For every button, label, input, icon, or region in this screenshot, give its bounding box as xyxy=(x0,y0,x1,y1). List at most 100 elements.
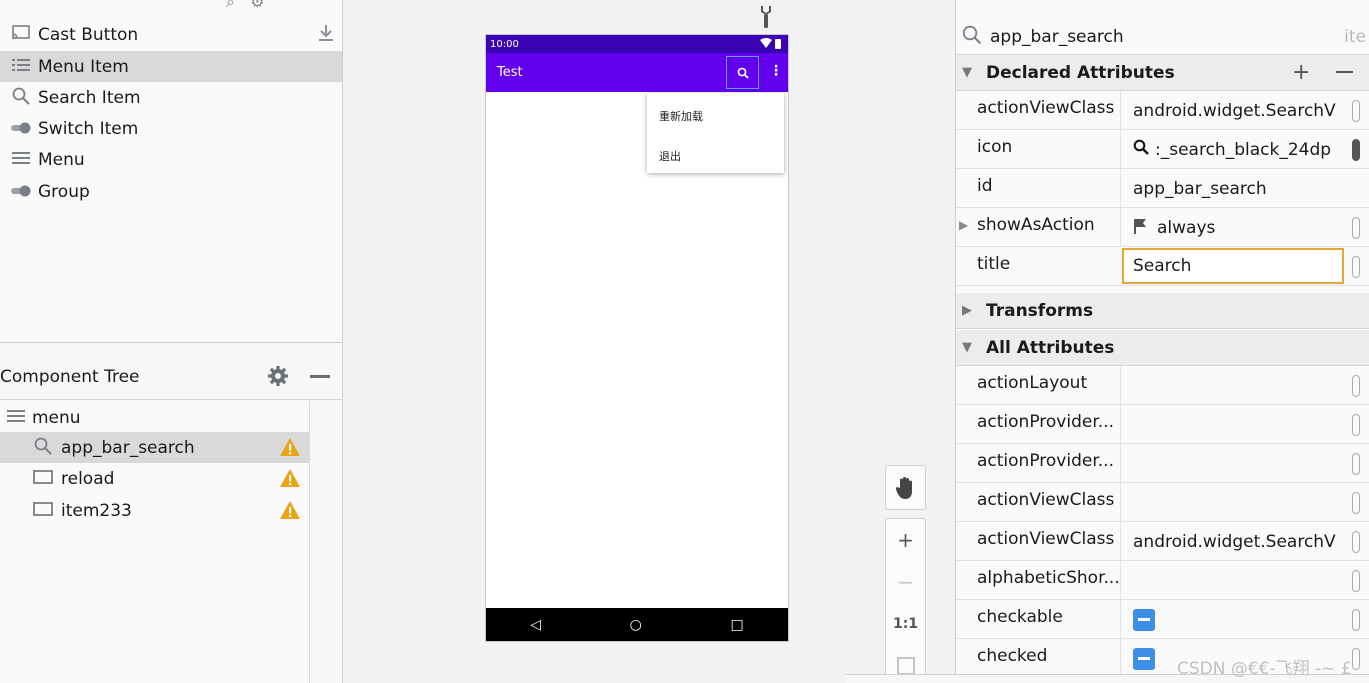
resource-picker-button[interactable] xyxy=(1352,256,1360,278)
attr-value[interactable] xyxy=(1120,366,1346,405)
palette-item-switch-item[interactable]: Switch Item xyxy=(0,113,342,144)
more-vert-icon[interactable]: ⋮ xyxy=(769,63,783,79)
component-tree-header: Component Tree xyxy=(0,354,342,400)
declared-attributes-header[interactable]: ▼ Declared Attributes + xyxy=(956,55,1369,91)
attr-row-actionprovider[interactable]: actionProvider... xyxy=(956,405,1369,444)
title-value-input[interactable]: Search xyxy=(1122,248,1344,284)
resource-picker-button[interactable] xyxy=(1352,375,1360,397)
attribute-search-field[interactable]: app_bar_search ite xyxy=(956,20,1369,55)
gear-icon[interactable] xyxy=(267,365,289,392)
resource-picker-button[interactable] xyxy=(1352,648,1360,670)
collapse-panel-button[interactable] xyxy=(310,375,330,378)
attr-value[interactable] xyxy=(1120,444,1346,483)
attr-row-showasaction[interactable]: ▶ showAsAction always xyxy=(956,208,1369,247)
palette-item-menu[interactable]: Menu xyxy=(0,144,342,175)
recents-icon[interactable]: □ xyxy=(730,617,743,633)
zoom-in-button[interactable]: + xyxy=(886,519,925,561)
app-bar: Test ⋮ xyxy=(486,53,788,92)
zoom-actual-size-button[interactable]: 1:1 xyxy=(886,603,925,645)
attr-value[interactable]: app_bar_search xyxy=(1120,169,1346,208)
palette-toolbar-icons[interactable]: ⌕ ⚙ xyxy=(226,0,265,12)
resource-picker-button[interactable] xyxy=(1352,100,1360,122)
all-attributes-header[interactable]: ▼ All Attributes xyxy=(956,330,1369,366)
tree-node-item233[interactable]: item233 xyxy=(0,495,310,526)
status-icons xyxy=(760,38,782,52)
resource-picker-button[interactable] xyxy=(1352,139,1360,161)
resource-picker-button[interactable] xyxy=(1352,414,1360,436)
cast-icon xyxy=(10,25,32,44)
attr-value-container[interactable]: always xyxy=(1120,208,1346,247)
switch-icon xyxy=(10,119,32,138)
checked-checkbox[interactable] xyxy=(1133,647,1155,670)
add-attribute-button[interactable]: + xyxy=(1292,60,1310,85)
attr-row-actionprovider[interactable]: actionProvider... xyxy=(956,444,1369,483)
wrench-icon[interactable] xyxy=(758,5,774,34)
zoom-out-button[interactable]: − xyxy=(886,561,925,603)
checkable-checkbox[interactable] xyxy=(1133,608,1155,631)
attr-name: actionViewClass xyxy=(977,98,1115,118)
search-icon[interactable] xyxy=(726,56,759,89)
popup-item-reload[interactable]: 重新加载 xyxy=(659,108,703,124)
warning-icon[interactable] xyxy=(279,500,301,520)
search-icon xyxy=(10,87,32,109)
attr-row-actionviewclass[interactable]: actionViewClass android.widget.SearchV xyxy=(956,91,1369,130)
left-panel: ⌕ ⚙ Cast Button Menu Item Search Item Sw… xyxy=(0,0,343,683)
menu-item-icon xyxy=(33,501,53,520)
attr-name: actionProvider... xyxy=(977,451,1114,471)
palette-item-search-item[interactable]: Search Item xyxy=(0,82,342,113)
download-icon[interactable] xyxy=(318,24,334,46)
palette-item-label: Menu Item xyxy=(38,56,129,77)
resource-picker-button[interactable] xyxy=(1352,492,1360,514)
zoom-controls: + − 1:1 xyxy=(885,518,926,683)
tree-node-label: app_bar_search xyxy=(61,437,195,458)
resource-picker-button[interactable] xyxy=(1352,453,1360,475)
attr-value[interactable]: android.widget.SearchV xyxy=(1120,91,1346,130)
attr-name: title xyxy=(977,254,1011,274)
attr-name: alphabeticShor... xyxy=(977,568,1120,588)
tree-node-label: menu xyxy=(32,407,81,428)
attr-row-actionlayout[interactable]: actionLayout xyxy=(956,366,1369,405)
resource-picker-button[interactable] xyxy=(1352,570,1360,592)
expand-triangle-icon[interactable]: ▶ xyxy=(959,218,968,232)
attr-row-actionviewclass[interactable]: actionViewClass android.widget.SearchV xyxy=(956,522,1369,561)
palette-item-label: Cast Button xyxy=(38,24,139,45)
device-preview[interactable]: 10:00 Test ⋮ 重新加载 退出 ◁ ○ □ xyxy=(485,34,789,642)
attr-name: actionViewClass xyxy=(977,490,1115,510)
attr-row-actionviewclass[interactable]: actionViewClass xyxy=(956,483,1369,522)
transforms-header[interactable]: ▶ Transforms xyxy=(956,293,1369,329)
resource-picker-button[interactable] xyxy=(1352,609,1360,631)
back-icon[interactable]: ◁ xyxy=(530,617,541,633)
pan-hand-icon[interactable] xyxy=(885,465,926,510)
attr-row-checkable[interactable]: checkable xyxy=(956,600,1369,639)
palette-item-group[interactable]: Group xyxy=(0,176,342,207)
attr-value[interactable] xyxy=(1120,561,1346,600)
attr-row-id[interactable]: id app_bar_search xyxy=(956,169,1369,208)
tree-node-reload[interactable]: reload xyxy=(0,463,310,494)
home-icon[interactable]: ○ xyxy=(630,617,642,633)
tree-node-label: item233 xyxy=(61,500,132,521)
attr-row-alphabeticshortcut[interactable]: alphabeticShor... xyxy=(956,561,1369,600)
attr-row-icon[interactable]: icon :_search_black_24dp xyxy=(956,130,1369,169)
tree-node-menu[interactable]: menu xyxy=(0,402,310,433)
menu-icon xyxy=(6,408,26,427)
tree-node-label: reload xyxy=(61,468,115,489)
resource-picker-button[interactable] xyxy=(1352,531,1360,553)
expand-triangle-icon: ▶ xyxy=(962,303,972,318)
attr-value[interactable]: android.widget.SearchV xyxy=(1120,522,1346,561)
tree-node-app-bar-search[interactable]: app_bar_search xyxy=(0,432,310,463)
menu-icon xyxy=(10,150,32,169)
attr-value[interactable] xyxy=(1120,405,1346,444)
palette-item-menu-item[interactable]: Menu Item xyxy=(0,51,342,82)
warning-icon[interactable] xyxy=(279,468,301,488)
resource-picker-button[interactable] xyxy=(1352,217,1360,239)
warning-icon[interactable] xyxy=(279,437,301,457)
attr-name: actionProvider... xyxy=(977,412,1114,432)
remove-attribute-button[interactable] xyxy=(1336,71,1353,73)
attr-value[interactable] xyxy=(1120,483,1346,522)
attr-row-title[interactable]: title Search xyxy=(956,247,1369,286)
popup-item-exit[interactable]: 退出 xyxy=(659,148,681,164)
section-title: Declared Attributes xyxy=(986,62,1175,83)
attr-value-container[interactable]: :_search_black_24dp xyxy=(1120,130,1346,169)
palette-item-cast-button[interactable]: Cast Button xyxy=(0,19,342,50)
palette-item-label: Search Item xyxy=(38,87,141,108)
